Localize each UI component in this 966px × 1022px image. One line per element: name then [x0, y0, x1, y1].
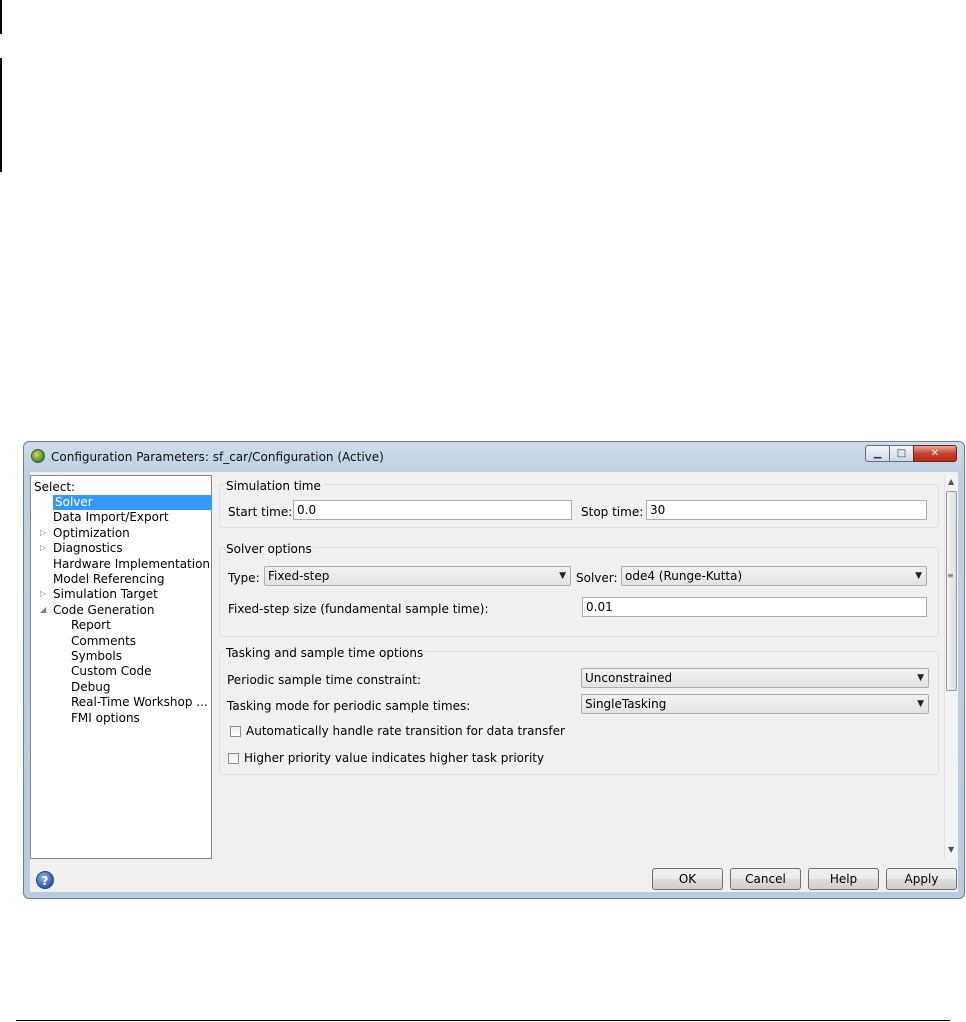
- simulink-app-icon: [31, 449, 45, 463]
- tree-item-debug[interactable]: Debug: [71, 680, 110, 695]
- solver-label: Solver:: [576, 571, 618, 585]
- tree-item-data-import-export[interactable]: Data Import/Export: [53, 510, 169, 525]
- grip-icon: ≡: [947, 571, 954, 580]
- tree-header: Select:: [34, 480, 76, 494]
- tree-item-custom-code[interactable]: Custom Code: [71, 664, 152, 679]
- window-title: Configuration Parameters: sf_car/Configu…: [51, 450, 384, 464]
- tree-item-model-referencing[interactable]: Model Referencing: [53, 572, 164, 587]
- page-footer-rule: [16, 1020, 950, 1021]
- chevron-down-icon: ▼: [559, 571, 566, 581]
- apply-button[interactable]: Apply: [886, 868, 957, 890]
- tree-item-optimization[interactable]: Optimization: [53, 526, 130, 541]
- vertical-scrollbar[interactable]: ▲ ≡ ▼: [944, 475, 958, 859]
- higher-priority-label: Higher priority value indicates higher t…: [244, 751, 545, 765]
- sample-time-constraint-label: Periodic sample time constraint:: [227, 673, 422, 687]
- group-title: Solver options: [224, 542, 314, 556]
- fixed-step-size-input[interactable]: 0.01: [582, 597, 927, 617]
- dialog-client-area: Select: Solver Data Import/Export ▷ Optimiz…: [30, 472, 958, 892]
- group-title: Tasking and sample time options: [224, 646, 426, 660]
- stop-time-label: Stop time:: [581, 505, 644, 519]
- help-button[interactable]: Help: [808, 868, 879, 890]
- simulation-time-group: Simulation time Start time: 0.0 Stop tim…: [219, 479, 939, 528]
- solver-value: ode4 (Runge-Kutta): [625, 569, 743, 583]
- sample-time-constraint-dropdown[interactable]: Unconstrained ▼: [581, 668, 929, 688]
- page-margin-mark: [0, 58, 2, 172]
- expand-arrow-icon[interactable]: ▷: [40, 543, 46, 552]
- maximize-button[interactable]: □: [889, 445, 914, 462]
- title-bar[interactable]: Configuration Parameters: sf_car/Configu…: [24, 442, 964, 472]
- scroll-down-icon[interactable]: ▼: [948, 845, 954, 854]
- tree-item-fmi-options[interactable]: FMI options: [71, 711, 140, 726]
- collapse-arrow-icon[interactable]: ◢: [40, 605, 46, 614]
- auto-rate-transition-label: Automatically handle rate transition for…: [246, 724, 565, 738]
- scrollbar-thumb[interactable]: [946, 491, 957, 691]
- solver-type-label: Type:: [228, 571, 260, 585]
- auto-rate-transition-option[interactable]: Automatically handle rate transition for…: [230, 724, 565, 738]
- fixed-step-size-label: Fixed-step size (fundamental sample time…: [228, 602, 489, 616]
- tree-item-comments[interactable]: Comments: [71, 634, 136, 649]
- solver-options-group: Solver options Type: Fixed-step ▼ Solver…: [219, 542, 939, 637]
- close-button[interactable]: ✕: [913, 445, 957, 462]
- ok-button[interactable]: OK: [652, 868, 723, 890]
- category-tree[interactable]: Select: Solver Data Import/Export ▷ Optimiz…: [30, 475, 212, 859]
- higher-priority-option[interactable]: Higher priority value indicates higher t…: [228, 751, 544, 765]
- tasking-options-group: Tasking and sample time options Periodic…: [219, 646, 939, 775]
- tasking-mode-value: SingleTasking: [585, 697, 667, 711]
- cancel-button[interactable]: Cancel: [730, 868, 801, 890]
- tasking-mode-dropdown[interactable]: SingleTasking ▼: [581, 694, 929, 714]
- config-parameters-window: Configuration Parameters: sf_car/Configu…: [23, 441, 965, 899]
- tree-item-simulation-target[interactable]: Simulation Target: [53, 587, 158, 602]
- tree-item-diagnostics[interactable]: Diagnostics: [53, 541, 123, 556]
- help-question-icon[interactable]: ?: [36, 871, 54, 889]
- auto-rate-transition-checkbox[interactable]: [230, 725, 241, 737]
- solver-dropdown[interactable]: ode4 (Runge-Kutta) ▼: [621, 566, 927, 586]
- start-time-input[interactable]: 0.0: [293, 500, 572, 520]
- page-margin-mark: [0, 0, 2, 34]
- tree-item-solver[interactable]: Solver: [53, 495, 212, 510]
- chevron-down-icon: ▼: [915, 571, 922, 581]
- minimize-button[interactable]: ▁: [865, 445, 890, 462]
- tree-item-hardware-implementation[interactable]: Hardware Implementation: [53, 557, 210, 572]
- group-title: Simulation time: [224, 479, 323, 493]
- tree-item-symbols[interactable]: Symbols: [71, 649, 122, 664]
- start-time-label: Start time:: [228, 505, 293, 519]
- tree-item-real-time-workshop[interactable]: Real-Time Workshop ...: [71, 695, 208, 710]
- solver-type-value: Fixed-step: [268, 569, 330, 583]
- expand-arrow-icon[interactable]: ▷: [40, 589, 46, 598]
- solver-type-dropdown[interactable]: Fixed-step ▼: [264, 566, 571, 586]
- stop-time-input[interactable]: 30: [646, 500, 927, 520]
- chevron-down-icon: ▼: [917, 699, 924, 709]
- sample-time-constraint-value: Unconstrained: [585, 671, 673, 685]
- scroll-up-icon[interactable]: ▲: [948, 477, 954, 486]
- solver-pane: Simulation time Start time: 0.0 Stop tim…: [216, 475, 943, 859]
- expand-arrow-icon[interactable]: ▷: [40, 528, 46, 537]
- tasking-mode-label: Tasking mode for periodic sample times:: [227, 699, 471, 713]
- chevron-down-icon: ▼: [917, 673, 924, 683]
- tree-item-code-generation[interactable]: Code Generation: [53, 603, 154, 618]
- higher-priority-checkbox[interactable]: [228, 752, 239, 764]
- window-controls: ▁ □ ✕: [865, 445, 957, 462]
- tree-item-report[interactable]: Report: [71, 618, 111, 633]
